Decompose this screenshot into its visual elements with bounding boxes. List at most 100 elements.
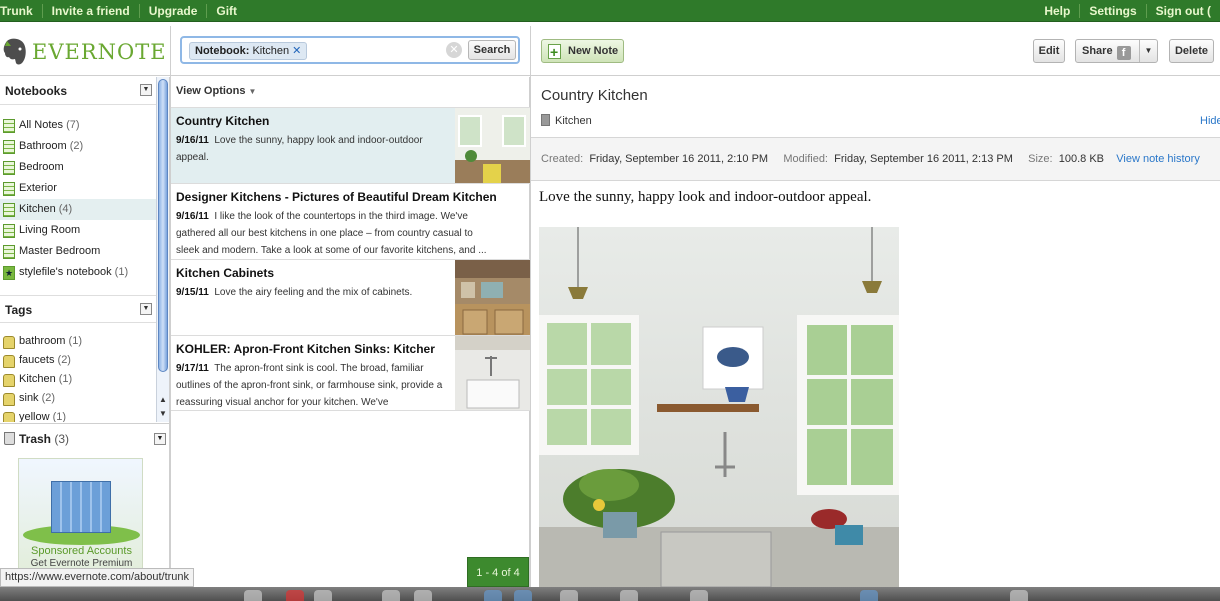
trash-dropdown-icon[interactable]: ▼: [154, 433, 166, 445]
tag-label: Kitchen: [19, 373, 56, 385]
notebook-item-stylefiles[interactable]: ★ stylefile's notebook (1): [0, 262, 156, 283]
note-item-kohler-sinks[interactable]: KOHLER: Apron-Front Kitchen Sinks: Kitch…: [171, 335, 530, 411]
tag-count: (1): [52, 411, 67, 422]
search-box[interactable]: Notebook: Kitchen ✕ ✕ Search: [180, 36, 520, 64]
facebook-icon: f: [1116, 46, 1131, 60]
trash-icon: [4, 432, 15, 445]
sidebar-scrollbar[interactable]: ▲ ▼: [156, 77, 169, 422]
tag-item-yellow[interactable]: yellow (1): [0, 408, 156, 422]
chevron-down-icon: ▼: [248, 87, 257, 96]
notebooks-header[interactable]: Notebooks ▼: [0, 77, 156, 105]
edit-button[interactable]: Edit: [1033, 39, 1065, 63]
clear-search-icon[interactable]: ✕: [446, 42, 462, 58]
note-view-notebook[interactable]: Kitchen: [555, 115, 592, 127]
notebook-item-bathroom[interactable]: Bathroom (2): [0, 136, 156, 157]
sidebar: Notebooks ▼ All Notes (7) Bathroom (2) Be…: [0, 77, 170, 587]
note-snippet-text: The apron-front sink is cool. The broad,…: [176, 363, 443, 408]
notebook-label: Kitchen: [19, 203, 56, 215]
search-button[interactable]: Search: [468, 40, 516, 60]
note-title: Designer Kitchens - Pictures of Beautifu…: [176, 190, 497, 204]
os-dock: [0, 587, 1220, 601]
sponsored-accounts-ad[interactable]: Sponsored Accounts Get Evernote Premium: [18, 458, 143, 570]
tag-icon: [3, 374, 15, 387]
tag-item-kitchen[interactable]: Kitchen (1): [0, 370, 156, 389]
dock-app-icon[interactable]: [382, 590, 400, 601]
remove-filter-icon[interactable]: ✕: [292, 45, 301, 57]
scrollbar-thumb[interactable]: [158, 79, 168, 372]
note-item-kitchen-cabinets[interactable]: Kitchen Cabinets 9/15/11 Love the airy f…: [171, 259, 530, 335]
notebook-item-exterior[interactable]: Exterior: [0, 178, 156, 199]
notebook-item-kitchen[interactable]: Kitchen (4): [0, 199, 156, 220]
dock-app-icon[interactable]: [1010, 590, 1028, 601]
sign-out-link[interactable]: Sign out (: [1145, 4, 1220, 18]
new-note-button[interactable]: New Note: [541, 39, 624, 63]
status-bar-url: https://www.evernote.com/about/trunk: [0, 568, 195, 587]
upgrade-link[interactable]: Upgrade: [138, 4, 207, 18]
tag-item-sink[interactable]: sink (2): [0, 389, 156, 408]
notebook-label: Bathroom: [19, 140, 67, 152]
pagination-indicator[interactable]: 1 - 4 of 4: [467, 557, 529, 587]
dock-app-icon[interactable]: [314, 590, 332, 601]
notebooks-dropdown-icon[interactable]: ▼: [140, 84, 152, 96]
dock-app-icon[interactable]: [514, 590, 532, 601]
trash-item[interactable]: Trash (3) ▼: [0, 423, 170, 453]
tag-item-faucets[interactable]: faucets (2): [0, 351, 156, 370]
note-title: Kitchen Cabinets: [176, 266, 275, 280]
note-item-country-kitchen[interactable]: Country Kitchen 9/16/11 Love the sunny, …: [171, 107, 530, 183]
search-filter-chip[interactable]: Notebook: Kitchen ✕: [189, 42, 308, 60]
tags-dropdown-icon[interactable]: ▼: [140, 303, 152, 315]
help-link[interactable]: Help: [1035, 4, 1079, 18]
view-options-dropdown[interactable]: View Options ▼: [176, 85, 256, 97]
dock-app-icon[interactable]: [414, 590, 432, 601]
settings-link[interactable]: Settings: [1079, 4, 1145, 18]
modified-value: Friday, September 16 2011, 2:13 PM: [834, 153, 1013, 165]
note-date: 9/17/11: [176, 363, 209, 374]
notebook-item-master-bedroom[interactable]: Master Bedroom: [0, 241, 156, 262]
dock-app-icon[interactable]: [286, 590, 304, 601]
dock-app-icon[interactable]: [620, 590, 638, 601]
notebook-label: All Notes: [19, 119, 64, 131]
notebook-icon: [3, 203, 15, 217]
scroll-down-icon[interactable]: ▼: [159, 409, 167, 418]
notebook-item-living-room[interactable]: Living Room: [0, 220, 156, 241]
tag-item-bathroom[interactable]: bathroom (1): [0, 332, 156, 351]
notebook-count: (4): [58, 203, 73, 215]
hide-link[interactable]: Hide: [1200, 115, 1220, 127]
view-note-history-link[interactable]: View note history: [1116, 153, 1200, 165]
ad-building-icon: [51, 481, 111, 533]
delete-button[interactable]: Delete: [1169, 39, 1214, 63]
note-title: KOHLER: Apron-Front Kitchen Sinks: Kitch…: [176, 342, 435, 356]
tag-count: (1): [58, 373, 73, 385]
note-item-designer-kitchens[interactable]: Designer Kitchens - Pictures of Beautifu…: [171, 183, 530, 259]
dock-app-icon[interactable]: [244, 590, 262, 601]
notebooks-title: Notebooks: [5, 84, 68, 98]
notebook-item-all-notes[interactable]: All Notes (7): [0, 115, 156, 136]
invite-friend-link[interactable]: Invite a friend: [41, 4, 139, 18]
size-label: Size:: [1028, 153, 1053, 165]
tags-header[interactable]: Tags ▼: [0, 295, 156, 323]
share-button[interactable]: Share f ▼: [1075, 39, 1158, 63]
dock-app-icon[interactable]: [560, 590, 578, 601]
note-metadata-bar: Created: Friday, September 16 2011, 2:10…: [531, 137, 1220, 181]
notebook-item-bedroom[interactable]: Bedroom: [0, 157, 156, 178]
trash-label: Trash: [19, 432, 52, 446]
note-view-title[interactable]: Country Kitchen: [541, 87, 648, 104]
tag-label: bathroom: [19, 335, 66, 347]
note-date: 9/15/11: [176, 287, 209, 298]
dock-app-icon[interactable]: [860, 590, 878, 601]
note-snippet: 9/16/11 I like the look of the counterto…: [176, 208, 496, 259]
note-snippet: 9/15/11 Love the airy feeling and the mi…: [176, 284, 451, 301]
note-title: Country Kitchen: [176, 114, 270, 128]
dock-app-icon[interactable]: [690, 590, 708, 601]
share-dropdown-icon[interactable]: ▼: [1139, 40, 1157, 62]
elephant-icon: [3, 38, 26, 65]
evernote-logo[interactable]: EVERNOTE: [2, 36, 167, 68]
trunk-link[interactable]: Trunk: [0, 4, 42, 18]
note-snippet: 9/16/11 Love the sunny, happy look and i…: [176, 132, 451, 166]
tag-icon: [3, 355, 15, 368]
note-date: 9/16/11: [176, 135, 209, 146]
size-value: 100.8 KB: [1058, 153, 1105, 165]
scroll-up-icon[interactable]: ▲: [159, 395, 167, 404]
dock-app-icon[interactable]: [484, 590, 502, 601]
gift-link[interactable]: Gift: [206, 4, 246, 18]
